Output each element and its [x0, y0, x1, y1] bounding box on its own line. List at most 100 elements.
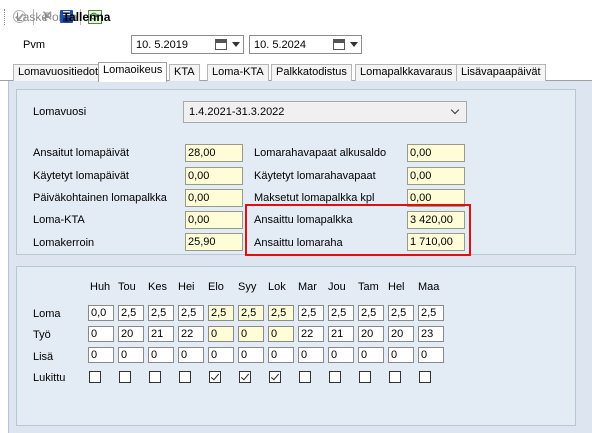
lukittu-checkbox[interactable]: [89, 371, 101, 383]
lukittu-checkbox[interactable]: [179, 371, 191, 383]
loma-cell[interactable]: 2,5: [418, 305, 444, 321]
lomarahavapaat-alkusaldo-label: Lomarahavapaat alkusaldo: [254, 147, 387, 159]
lukittu-checkbox[interactable]: [389, 371, 401, 383]
loma-cell[interactable]: 2,5: [238, 305, 264, 321]
tyo-cell[interactable]: 0: [208, 326, 234, 342]
loma-row-label: Loma: [33, 308, 61, 320]
chevron-down-icon: [450, 105, 460, 115]
lisa-row-label: Lisä: [33, 351, 54, 363]
toolbar: Laske ✕ Poista Tallenna ⟳: [0, 0, 592, 33]
tab-lisavapaapaivat[interactable]: Lisävapaapäivät: [456, 64, 546, 81]
tyo-row-label: Työ: [33, 329, 51, 341]
ansaitut-lomapaivat-label: Ansaitut lomapäivät: [33, 147, 129, 159]
lomavuosi-value: 1.4.2021-31.3.2022: [189, 106, 285, 118]
lisa-cell[interactable]: 0: [148, 347, 174, 363]
tyo-cell[interactable]: 21: [328, 326, 354, 342]
tyo-cell[interactable]: 22: [298, 326, 324, 342]
lisa-cell[interactable]: 0: [388, 347, 414, 363]
loma-cell[interactable]: 2,5: [358, 305, 384, 321]
date-from-picker[interactable]: 10. 5.2019: [131, 35, 244, 54]
kaytetyt-lomapaivat-field[interactable]: 0,00: [185, 167, 243, 185]
loma-cell[interactable]: 2,5: [178, 305, 204, 321]
lomavuosi-label: Lomavuosi: [33, 106, 87, 118]
lisa-cell[interactable]: 0: [238, 347, 264, 363]
loma-kta-field[interactable]: 0,00: [185, 211, 243, 229]
ansaitut-lomapaivat-field[interactable]: 28,00: [185, 144, 243, 162]
lukittu-checkbox[interactable]: [209, 371, 221, 383]
kaytetyt-lomarahavapaat-field[interactable]: 0,00: [407, 167, 465, 185]
tab-lomaoikeus[interactable]: Lomaoikeus: [98, 62, 168, 82]
month-header: Lok: [268, 281, 286, 293]
lomakerroin-field[interactable]: 25,90: [185, 233, 243, 251]
lisa-cell[interactable]: 0: [418, 347, 444, 363]
tyo-cell[interactable]: 23: [418, 326, 444, 342]
kaytetyt-lomarahavapaat-label: Käytetyt lomarahavapaat: [254, 170, 376, 182]
loma-cell[interactable]: 0,0: [88, 305, 114, 321]
lisa-cell[interactable]: 0: [268, 347, 294, 363]
tab-palkkatodistus[interactable]: Palkkatodistus: [271, 64, 352, 81]
lukittu-checkbox[interactable]: [359, 371, 371, 383]
loma-cell[interactable]: 2,5: [118, 305, 144, 321]
tab-bar: Lomavuositiedot Lomaoikeus KTA Loma-KTA …: [0, 62, 592, 82]
pvm-label: Pvm: [23, 39, 45, 51]
loma-cell[interactable]: 2,5: [298, 305, 324, 321]
lomarahavapaat-alkusaldo-field[interactable]: 0,00: [407, 144, 465, 162]
tyo-cell[interactable]: 20: [118, 326, 144, 342]
loma-cell[interactable]: 2,5: [388, 305, 414, 321]
date-to-picker[interactable]: 10. 5.2024: [249, 35, 362, 54]
lisa-cell[interactable]: 0: [298, 347, 324, 363]
lukittu-checkbox[interactable]: [419, 371, 431, 383]
lukittu-checkbox[interactable]: [149, 371, 161, 383]
maksetut-lomapalkka-kpl-label: Maksetut lomapalkka kpl: [254, 192, 375, 204]
month-header: Mar: [298, 281, 317, 293]
month-header: Hel: [388, 281, 405, 293]
lukittu-checkbox[interactable]: [269, 371, 281, 383]
month-header: Tou: [118, 281, 136, 293]
lisa-cell[interactable]: 0: [358, 347, 384, 363]
date-to-value: 10. 5.2024: [254, 38, 306, 51]
month-header: Huh: [90, 281, 111, 293]
tyo-cell[interactable]: 22: [178, 326, 204, 342]
month-header: Hei: [178, 281, 195, 293]
tab-kta[interactable]: KTA: [169, 64, 200, 81]
lisa-cell[interactable]: 0: [178, 347, 204, 363]
tab-lomavuositiedot[interactable]: Lomavuositiedot: [13, 64, 104, 81]
month-header: Jou: [328, 281, 346, 293]
dropdown-arrow-icon: [350, 42, 358, 47]
tab-loma-kta[interactable]: Loma-KTA: [207, 64, 269, 81]
tyo-cell[interactable]: 20: [358, 326, 384, 342]
laske-button[interactable]: Laske: [10, 7, 48, 27]
tyo-cell[interactable]: 20: [388, 326, 414, 342]
tallenna-button[interactable]: Tallenna: [57, 7, 110, 27]
tyo-cell[interactable]: 21: [148, 326, 174, 342]
loma-cell[interactable]: 2,5: [208, 305, 234, 321]
loma-cell[interactable]: 2,5: [328, 305, 354, 321]
lomakerroin-label: Lomakerroin: [33, 237, 95, 249]
month-header: Maa: [418, 281, 440, 293]
lukittu-checkbox[interactable]: [329, 371, 341, 383]
loma-cell[interactable]: 2,5: [268, 305, 294, 321]
lisa-cell[interactable]: 0: [328, 347, 354, 363]
tyo-cell[interactable]: 0: [88, 326, 114, 342]
lukittu-checkbox[interactable]: [239, 371, 251, 383]
lisa-cell[interactable]: 0: [88, 347, 114, 363]
dropdown-arrow-icon: [232, 42, 240, 47]
paivakohtainen-lomapalkka-label: Päiväkohtainen lomapalkka: [33, 192, 167, 204]
tab-lomapalkkavaraus[interactable]: Lomapalkkavaraus: [355, 64, 458, 81]
lukittu-row-label: Lukittu: [33, 372, 66, 384]
tyo-cell[interactable]: 0: [268, 326, 294, 342]
date-from-value: 10. 5.2019: [136, 38, 188, 51]
tyo-cell[interactable]: 0: [238, 326, 264, 342]
lukittu-checkbox[interactable]: [119, 371, 131, 383]
lukittu-checkbox[interactable]: [299, 371, 311, 383]
lisa-cell[interactable]: 0: [118, 347, 144, 363]
lisa-cell[interactable]: 0: [208, 347, 234, 363]
loma-cell[interactable]: 2,5: [148, 305, 174, 321]
lomavuosi-select[interactable]: 1.4.2021-31.3.2022: [183, 101, 467, 123]
paivakohtainen-lomapalkka-field[interactable]: 0,00: [185, 189, 243, 207]
month-header: Kes: [148, 281, 167, 293]
calendar-icon: [333, 39, 345, 50]
loma-kta-label: Loma-KTA: [33, 214, 85, 226]
month-header: Tam: [358, 281, 379, 293]
toolbar-grip[interactable]: [4, 8, 7, 25]
